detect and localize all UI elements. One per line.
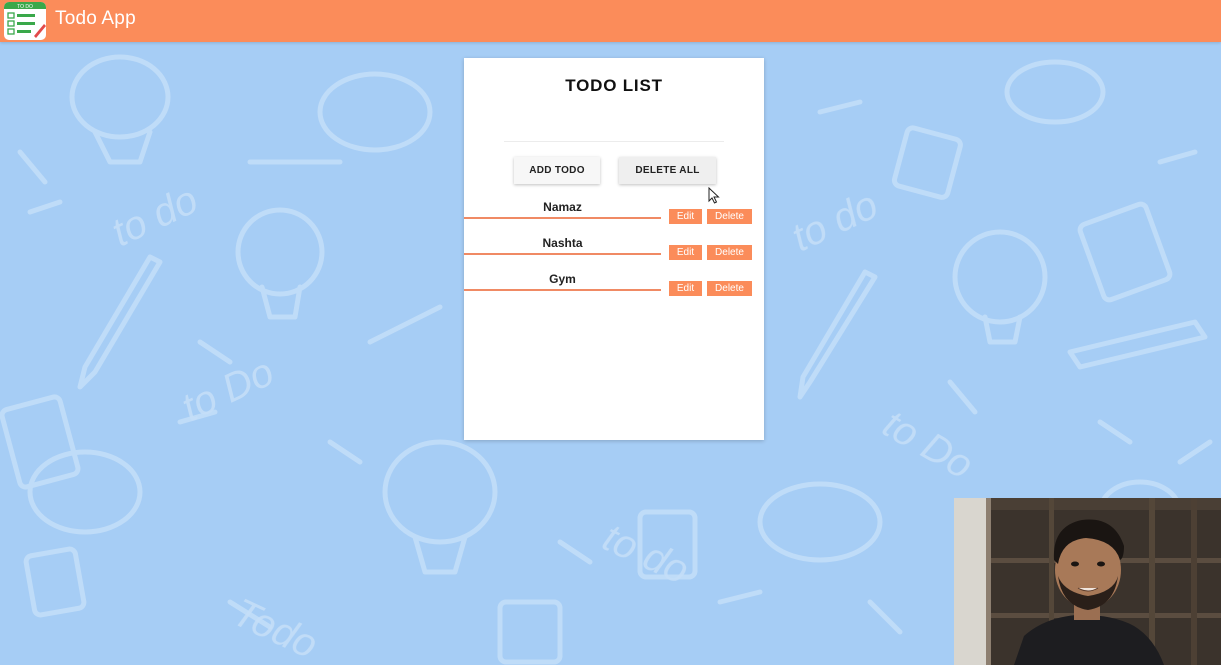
svg-text:to do: to do xyxy=(105,178,204,255)
svg-text:Todo: Todo xyxy=(226,590,324,665)
svg-text:to do: to do xyxy=(596,515,695,592)
todo-item: Gym Edit Delete xyxy=(464,272,764,298)
todo-item: Nashta Edit Delete xyxy=(464,236,764,262)
todo-item-text[interactable]: Namaz xyxy=(464,200,661,214)
webcam-overlay xyxy=(954,498,1221,665)
app-title: Todo App xyxy=(55,8,136,29)
todo-card: TODO LIST ADD TODO DELETE ALL Namaz Edit… xyxy=(464,58,764,440)
page-title: TODO LIST xyxy=(565,76,663,95)
divider xyxy=(504,141,724,142)
todo-item-underline xyxy=(464,253,661,255)
presenter-video xyxy=(954,498,1221,665)
todo-list-icon: TO DO xyxy=(4,2,46,40)
delete-button[interactable]: Delete xyxy=(707,209,752,224)
svg-text:to do: to do xyxy=(785,183,884,260)
logo-label: TO DO xyxy=(17,4,33,10)
todo-item-underline xyxy=(464,289,661,291)
todo-item-text[interactable]: Nashta xyxy=(464,236,661,250)
todo-item-underline xyxy=(464,217,661,219)
edit-button[interactable]: Edit xyxy=(669,245,702,260)
todo-item: Namaz Edit Delete xyxy=(464,200,764,226)
delete-button[interactable]: Delete xyxy=(707,281,752,296)
add-todo-button[interactable]: ADD TODO xyxy=(514,157,600,184)
app-header: TO DO Todo App xyxy=(0,0,1221,42)
edit-button[interactable]: Edit xyxy=(669,281,702,296)
svg-text:to Do: to Do xyxy=(876,402,981,488)
edit-button[interactable]: Edit xyxy=(669,209,702,224)
todo-item-text[interactable]: Gym xyxy=(464,272,661,286)
delete-all-button[interactable]: DELETE ALL xyxy=(619,157,716,184)
delete-button[interactable]: Delete xyxy=(707,245,752,260)
